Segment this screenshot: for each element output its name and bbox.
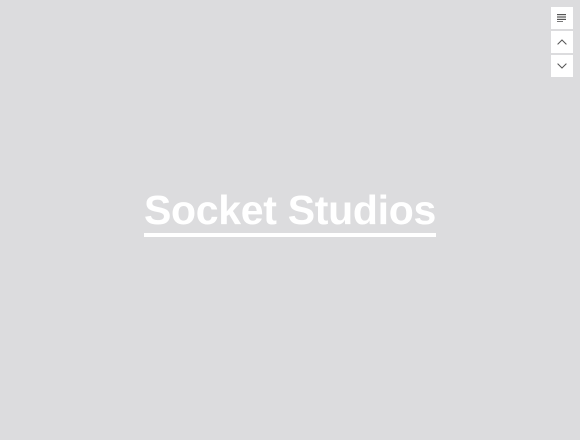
chevron-down-icon [557, 63, 567, 69]
hero: Socket Studios [0, 189, 580, 237]
previous-button[interactable] [551, 31, 573, 53]
next-button[interactable] [551, 55, 573, 77]
menu-button[interactable] [551, 7, 573, 29]
chevron-up-icon [557, 39, 567, 45]
menu-lines-icon [557, 14, 566, 22]
brand-title-link[interactable]: Socket Studios [144, 189, 436, 237]
side-nav [551, 7, 573, 77]
